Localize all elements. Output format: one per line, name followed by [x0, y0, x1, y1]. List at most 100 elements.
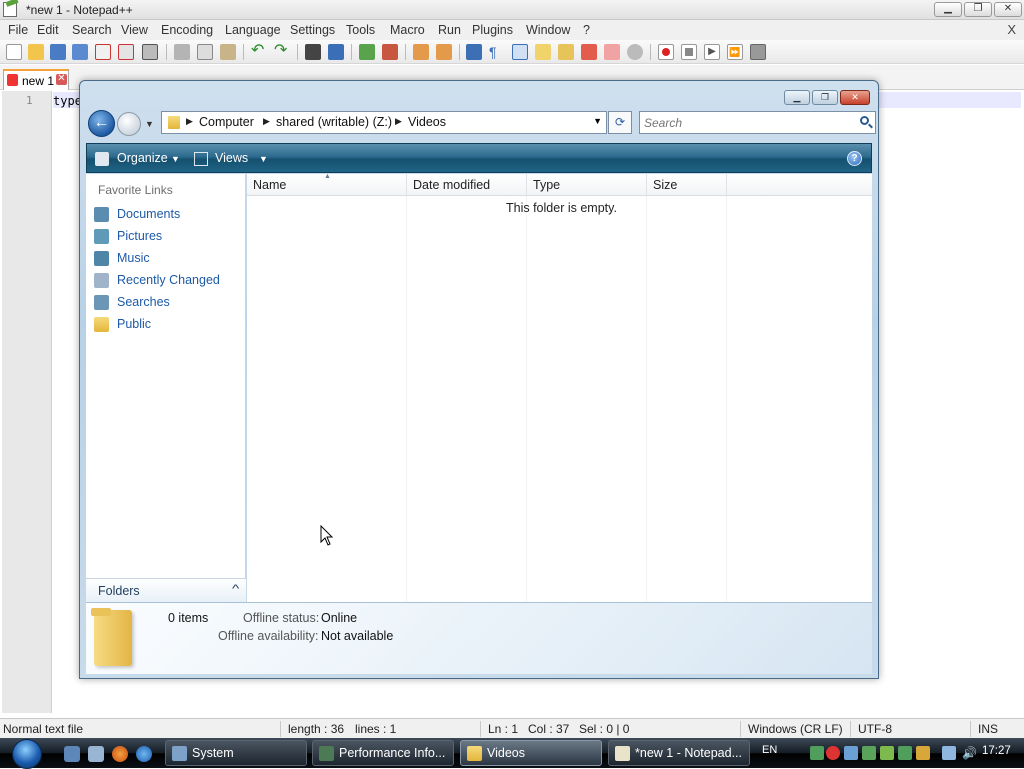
undo-icon[interactable]: ↶ — [251, 43, 267, 60]
run-macro-multiple-icon[interactable]: ⏩ — [727, 44, 743, 60]
menu-file[interactable]: File — [8, 23, 28, 37]
tray-app-icon[interactable] — [916, 746, 930, 760]
close-tab-icon[interactable]: ✕ — [56, 74, 67, 85]
views-button[interactable]: Views — [215, 151, 248, 165]
menu-tools[interactable]: Tools — [346, 23, 375, 37]
close-document-icon[interactable]: X — [1007, 22, 1016, 37]
breadcrumb-shared-drive[interactable]: shared (writable) (Z:) — [276, 115, 392, 129]
show-desktop-icon[interactable] — [64, 746, 80, 762]
address-bar[interactable]: ▶ Computer ▶ shared (writable) (Z:) ▶ Vi… — [161, 111, 607, 134]
redo-icon[interactable]: ↷ — [274, 43, 290, 60]
internet-explorer-icon[interactable] — [136, 746, 152, 762]
find-icon[interactable] — [305, 44, 321, 60]
breadcrumb-arrow-icon[interactable]: ▶ — [395, 116, 402, 127]
breadcrumb-videos[interactable]: Videos — [408, 115, 446, 129]
menu-macro[interactable]: Macro — [390, 23, 425, 37]
copy-icon[interactable] — [197, 44, 213, 60]
doc-map-icon[interactable] — [558, 44, 574, 60]
tray-security-alert-icon[interactable] — [826, 746, 840, 760]
open-file-icon[interactable] — [28, 44, 44, 60]
taskbar-item-videos[interactable]: Videos — [460, 740, 602, 766]
menu-help[interactable]: ? — [583, 23, 590, 37]
breadcrumb-arrow-icon[interactable]: ▶ — [263, 116, 270, 127]
address-dropdown-icon[interactable]: ▼ — [593, 116, 602, 126]
chevron-up-icon[interactable]: ^ — [232, 583, 239, 595]
monitoring-icon[interactable] — [627, 44, 643, 60]
recent-pages-dropdown-icon[interactable]: ▼ — [145, 119, 154, 129]
sync-horizontal-icon[interactable] — [436, 44, 452, 60]
maximize-button[interactable]: ❐ — [964, 2, 992, 17]
back-button[interactable]: ← — [88, 110, 115, 137]
organize-dropdown-icon[interactable]: ▼ — [171, 154, 180, 164]
switch-windows-icon[interactable] — [88, 746, 104, 762]
organize-button[interactable]: Organize — [117, 151, 168, 165]
play-macro-icon[interactable]: ▶ — [704, 44, 720, 60]
nav-item-documents[interactable]: Documents — [94, 205, 244, 225]
explorer-maximize-button[interactable]: ❐ — [812, 90, 838, 105]
menu-view[interactable]: View — [121, 23, 148, 37]
column-date-modified[interactable]: Date modified — [407, 174, 527, 196]
sync-vertical-icon[interactable] — [413, 44, 429, 60]
folder-as-workspace-icon[interactable] — [604, 44, 620, 60]
tray-app-icon[interactable] — [880, 746, 894, 760]
tray-app-icon[interactable] — [898, 746, 912, 760]
save-all-icon[interactable] — [72, 44, 88, 60]
menu-settings[interactable]: Settings — [290, 23, 335, 37]
tab-new-1[interactable]: new 1 ✕ — [3, 69, 69, 90]
breadcrumb-arrow-icon[interactable]: ▶ — [186, 116, 193, 127]
save-icon[interactable] — [50, 44, 66, 60]
menu-window[interactable]: Window — [526, 23, 570, 37]
explorer-close-button[interactable]: ✕ — [840, 90, 870, 105]
user-language-icon[interactable] — [535, 44, 551, 60]
breadcrumb-computer[interactable]: Computer — [199, 115, 254, 129]
editor-text[interactable]: type — [53, 94, 82, 108]
zoom-in-icon[interactable] — [359, 44, 375, 60]
tray-network-icon[interactable] — [810, 746, 824, 760]
show-all-chars-icon[interactable]: ¶ — [489, 44, 505, 60]
taskbar-item-notepad[interactable]: *new 1 - Notepad... — [608, 740, 750, 766]
menu-search[interactable]: Search — [72, 23, 112, 37]
stop-macro-icon[interactable] — [681, 44, 697, 60]
volume-icon[interactable]: 🔊 — [962, 746, 977, 760]
explorer-minimize-button[interactable]: ▁ — [784, 90, 810, 105]
search-icon[interactable] — [860, 116, 869, 125]
language-indicator[interactable]: EN — [762, 744, 777, 756]
cut-icon[interactable] — [174, 44, 190, 60]
indent-guide-icon[interactable] — [512, 44, 528, 60]
tray-app-icon[interactable] — [862, 746, 876, 760]
clock[interactable]: 17:27 — [982, 745, 1011, 757]
close-button[interactable]: ✕ — [994, 2, 1022, 17]
paste-icon[interactable] — [220, 44, 236, 60]
new-file-icon[interactable] — [6, 44, 22, 60]
nav-item-searches[interactable]: Searches — [94, 293, 244, 313]
function-list-icon[interactable] — [581, 44, 597, 60]
search-input[interactable] — [644, 114, 852, 131]
nav-item-music[interactable]: Music — [94, 249, 244, 269]
minimize-button[interactable]: ▁ — [934, 2, 962, 17]
views-dropdown-icon[interactable]: ▼ — [259, 154, 268, 164]
menu-edit[interactable]: Edit — [37, 23, 59, 37]
taskbar-item-system[interactable]: System — [165, 740, 307, 766]
help-icon[interactable]: ? — [847, 151, 862, 166]
forward-button[interactable] — [117, 112, 141, 136]
file-list-pane[interactable]: Name ▲ Date modified Type Size This fold… — [247, 173, 872, 602]
zoom-out-icon[interactable] — [382, 44, 398, 60]
nav-item-public[interactable]: Public — [94, 315, 244, 335]
tray-display-icon[interactable] — [942, 746, 956, 760]
record-macro-icon[interactable] — [658, 44, 674, 60]
close-all-icon[interactable] — [118, 44, 134, 60]
save-macro-icon[interactable] — [750, 44, 766, 60]
tray-app-icon[interactable] — [844, 746, 858, 760]
column-name[interactable]: Name ▲ — [247, 173, 407, 196]
folders-toggle[interactable]: Folders ^ — [86, 578, 246, 602]
replace-icon[interactable] — [328, 44, 344, 60]
word-wrap-icon[interactable] — [466, 44, 482, 60]
menu-run[interactable]: Run — [438, 23, 461, 37]
print-icon[interactable] — [142, 44, 158, 60]
menu-plugins[interactable]: Plugins — [472, 23, 513, 37]
column-type[interactable]: Type — [527, 174, 647, 196]
start-button[interactable] — [8, 738, 52, 769]
taskbar-item-performance-info[interactable]: Performance Info... — [312, 740, 454, 766]
column-size[interactable]: Size — [647, 174, 727, 196]
menu-language[interactable]: Language — [225, 23, 281, 37]
